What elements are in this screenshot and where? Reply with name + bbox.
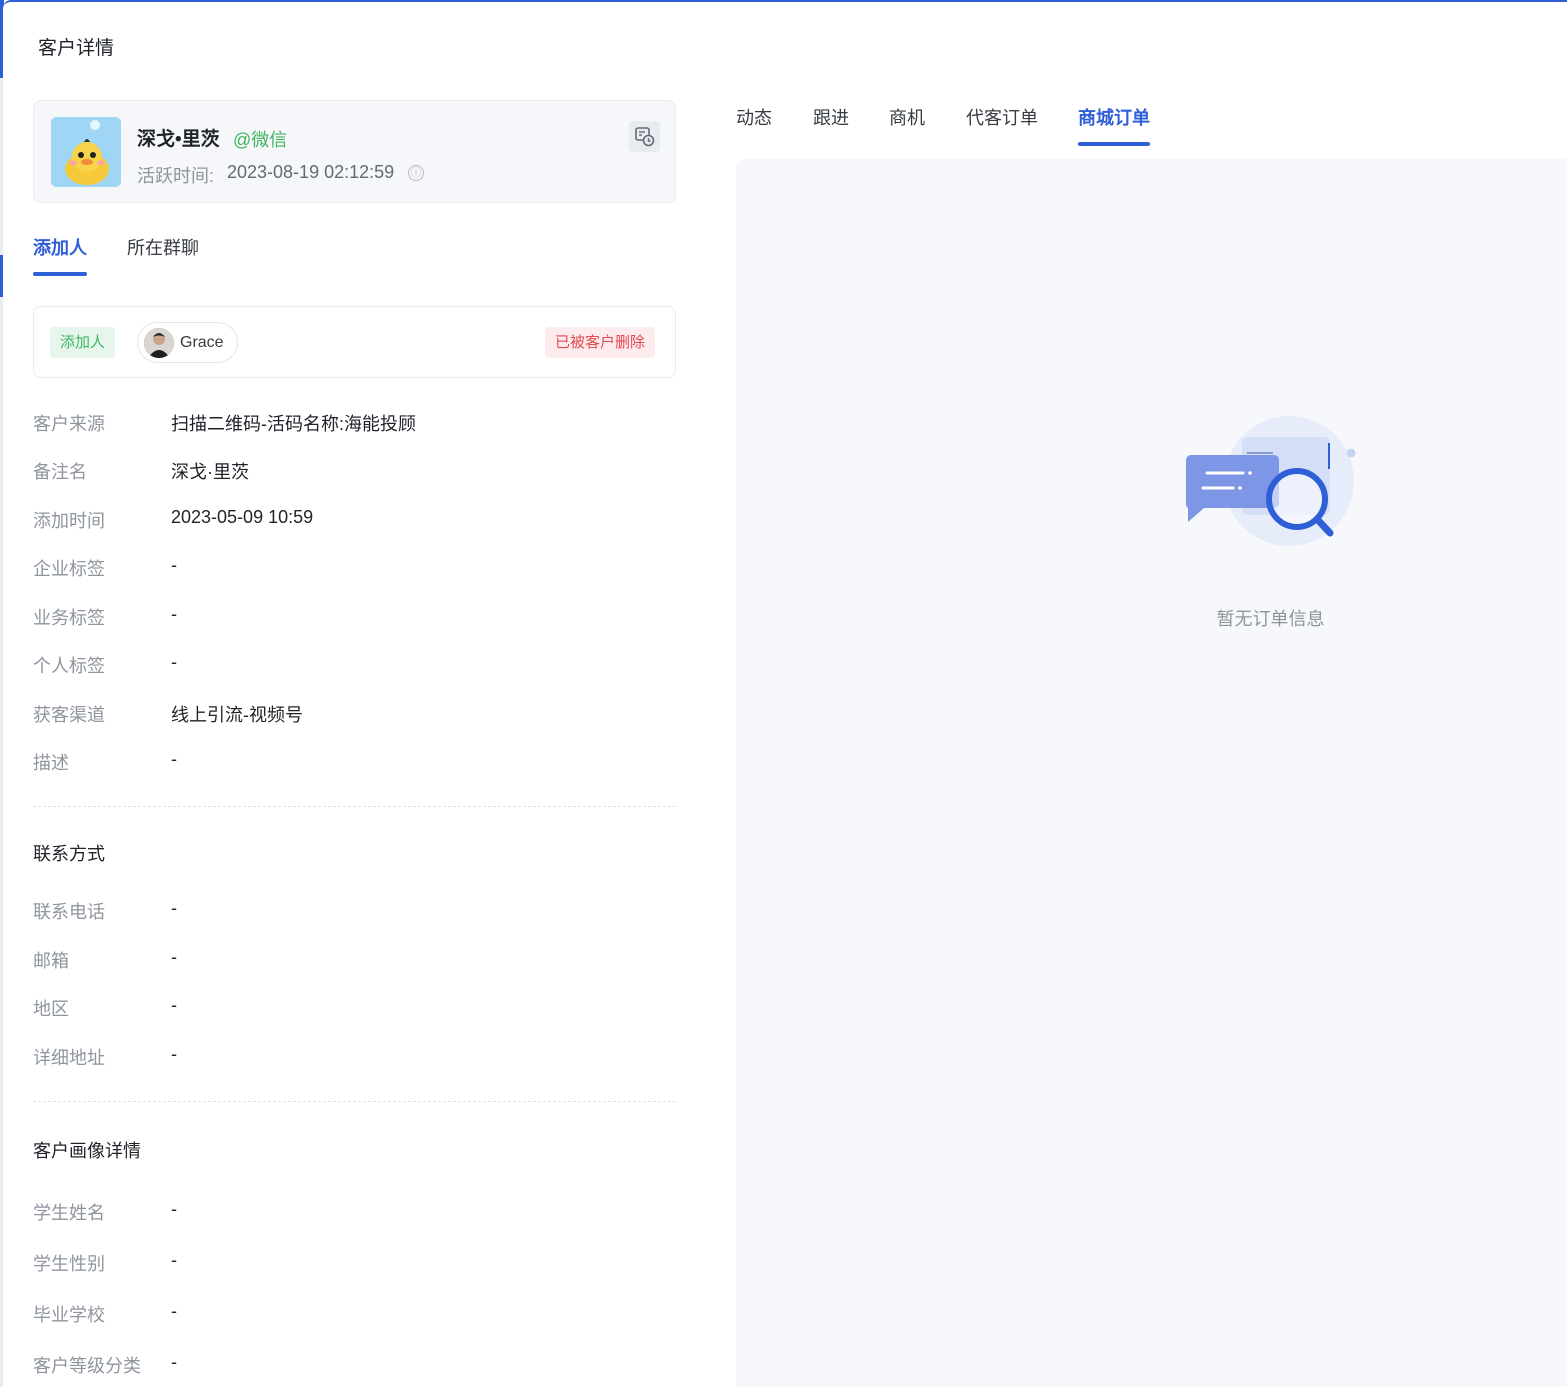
adder-user-chip[interactable]: Grace [137,322,238,363]
customer-platform: @微信 [233,130,288,150]
field-added-time: 添加时间 2023-05-09 10:59 [33,507,673,535]
info-icon[interactable]: ⓘ [408,165,424,181]
field-label: 客户等级分类 [33,1356,141,1376]
field-label: 学生性别 [33,1254,105,1274]
field-label: 地区 [33,999,69,1019]
field-label: 详细地址 [33,1048,105,1068]
user-avatar [144,328,174,358]
field-value: 2023-05-09 10:59 [171,507,314,527]
field-value: - [171,1250,177,1270]
field-label: 联系电话 [33,902,105,922]
field-student-gender: 学生性别 - [33,1250,673,1278]
tab-group-chats[interactable]: 所在群聊 [127,234,199,260]
field-customer-source: 客户来源 扫描二维码-活码名称:海能投顾 [33,410,673,438]
tab-adder[interactable]: 添加人 [33,234,87,260]
right-tab-indicator [1078,142,1150,146]
field-label: 毕业学校 [33,1305,105,1325]
field-label: 个人标签 [33,656,105,676]
search-order-empty-illustration [1179,413,1359,558]
field-label: 获客渠道 [33,705,105,725]
profile-card: 深戈•里茨 @微信 活跃时间: 2023-08-19 02:12:59 ⓘ [33,100,676,203]
field-value: - [171,749,177,769]
field-phone: 联系电话 - [33,898,673,926]
orders-panel: 暂无订单信息 [736,159,1567,1387]
field-label: 客户来源 [33,414,105,434]
field-value: - [171,1352,177,1372]
field-label: 添加时间 [33,511,105,531]
field-graduation-school: 毕业学校 - [33,1301,673,1329]
active-time-label: 活跃时间: [137,166,215,186]
empty-state-text: 暂无订单信息 [1216,609,1325,629]
customer-detail-drawer: 客户详情 深戈•里茨 @微信 活跃时间: 2023-08-19 02:12:59… [3,0,1567,1387]
field-email: 邮箱 - [33,947,673,975]
field-value: - [171,555,177,575]
portrait-section-title: 客户画像详情 [33,1141,141,1161]
field-value: 深戈·里茨 [171,462,249,482]
field-acquisition-channel: 获客渠道 线上引流-视频号 [33,701,673,729]
customer-avatar [51,117,121,187]
field-description: 描述 - [33,749,673,777]
field-value: - [171,947,177,967]
field-customer-level: 客户等级分类 - [33,1352,673,1380]
field-student-name: 学生姓名 - [33,1199,673,1227]
tab-activity[interactable]: 动态 [736,104,772,130]
field-value: - [171,995,177,1015]
contact-section-title: 联系方式 [33,844,105,864]
left-tabs: 添加人 所在群聊 [33,234,676,279]
user-name: Grace [180,334,224,351]
field-value: - [171,1199,177,1219]
section-divider [33,1101,676,1102]
field-address: 详细地址 - [33,1044,673,1072]
section-divider [33,806,676,807]
tab-opportunity[interactable]: 商机 [889,104,925,130]
field-label: 学生姓名 [33,1203,105,1223]
field-value: - [171,898,177,918]
field-remark-name: 备注名 深戈·里茨 [33,458,673,486]
active-time-value: 2023-08-19 02:12:59 [227,162,395,182]
field-label: 邮箱 [33,951,69,971]
field-personal-tags: 个人标签 - [33,652,673,680]
drawer-title: 客户详情 [38,38,115,59]
tab-proxy-orders[interactable]: 代客订单 [966,104,1038,130]
right-tabs: 动态 跟进 商机 代客订单 商城订单 [736,104,1536,150]
field-label: 企业标签 [33,559,105,579]
field-value: - [171,1301,177,1321]
field-label: 备注名 [33,462,87,482]
field-value: 扫描二维码-活码名称:海能投顾 [171,414,416,434]
field-label: 业务标签 [33,608,105,628]
history-clock-icon [635,127,655,147]
adder-tag: 添加人 [50,327,116,358]
field-value: - [171,652,177,672]
adder-card: 添加人 Grace 已被客户删除 [33,306,676,378]
history-button[interactable] [629,121,660,152]
field-label: 描述 [33,753,69,773]
deleted-status-badge: 已被客户删除 [544,327,655,358]
field-region: 地区 - [33,995,673,1023]
left-tab-indicator [33,272,87,276]
field-value: - [171,1044,177,1064]
field-business-tags: 业务标签 - [33,604,673,632]
customer-name: 深戈•里茨 [137,129,220,150]
field-value: - [171,604,177,624]
field-value: 线上引流-视频号 [171,705,303,725]
tab-follow-up[interactable]: 跟进 [813,104,849,130]
field-enterprise-tags: 企业标签 - [33,555,673,583]
tab-mall-orders[interactable]: 商城订单 [1078,104,1150,130]
